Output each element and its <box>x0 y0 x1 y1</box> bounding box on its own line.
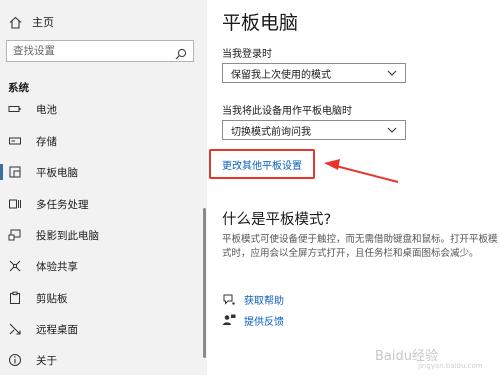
shared-experiences-icon <box>8 259 22 273</box>
home-label: 主页 <box>32 16 54 29</box>
baidu-watermark-url: jingyan.baidu.com <box>418 362 483 370</box>
sidebar-item-label: 平板电脑 <box>36 166 78 179</box>
signin-label: 当我登录时 <box>222 49 272 60</box>
search-icon[interactable] <box>175 45 187 64</box>
get-help-label: 获取帮助 <box>244 295 284 307</box>
sidebar-item-about[interactable]: 关于 <box>0 345 207 375</box>
help-icon <box>222 292 236 306</box>
search-box[interactable] <box>6 40 194 62</box>
sidebar-item-battery[interactable]: 电池 <box>0 94 207 124</box>
battery-icon <box>8 102 22 116</box>
sidebar-item-multitasking[interactable]: 多任务处理 <box>0 189 207 219</box>
give-feedback-link[interactable]: 提供反馈 <box>222 312 284 328</box>
multitasking-icon <box>8 197 22 211</box>
more-tablet-settings-link[interactable]: 更改其他平板设置 <box>222 157 302 172</box>
sidebar-item-label: 体验共享 <box>36 260 78 273</box>
sidebar-item-label: 关于 <box>36 354 57 367</box>
sidebar: 主页 系统 电池 存储 平板电脑 多任务处理 <box>0 0 207 375</box>
tablet-switch-value: 切换模式前询问我 <box>231 126 311 138</box>
clipboard-icon <box>8 291 22 305</box>
active-indicator <box>0 164 3 180</box>
sidebar-item-label: 存储 <box>36 135 57 148</box>
sidebar-item-projecting[interactable]: 投影到此电脑 <box>0 220 207 250</box>
sidebar-item-label: 多任务处理 <box>36 198 89 211</box>
sidebar-item-tablet[interactable]: 平板电脑 <box>0 157 207 187</box>
search-input[interactable] <box>13 41 163 61</box>
projecting-icon <box>8 228 22 242</box>
tablet-mode-description: 平板模式可使设备便于触控，而无需借助键盘和鼠标。打开平板模式时，应用会以全屏方式… <box>222 234 498 259</box>
tablet-icon <box>8 165 22 179</box>
annotation-arrow <box>324 159 399 183</box>
sidebar-item-shared-experiences[interactable]: 体验共享 <box>0 251 207 281</box>
tablet-switch-dropdown[interactable]: 切换模式前询问我 <box>222 120 406 140</box>
home-nav-item[interactable]: 主页 <box>8 12 54 32</box>
sidebar-item-storage[interactable]: 存储 <box>0 126 207 156</box>
section-title: 系统 <box>8 82 29 94</box>
sidebar-scrollbar[interactable] <box>203 208 206 358</box>
sidebar-item-label: 远程桌面 <box>36 323 78 336</box>
chevron-down-icon <box>387 126 397 137</box>
what-is-tablet-mode-heading: 什么是平板模式? <box>222 212 332 228</box>
info-icon <box>8 353 22 367</box>
sidebar-item-remote-desktop[interactable]: 远程桌面 <box>0 314 207 344</box>
page-title: 平板电脑 <box>222 12 299 34</box>
storage-icon <box>8 134 22 148</box>
signin-mode-dropdown[interactable]: 保留我上次使用的模式 <box>222 63 406 83</box>
signin-mode-value: 保留我上次使用的模式 <box>231 69 331 81</box>
sidebar-item-label: 剪贴板 <box>36 292 68 305</box>
feedback-icon <box>222 313 236 327</box>
give-feedback-label: 提供反馈 <box>244 316 284 328</box>
sidebar-item-label: 电池 <box>36 103 57 116</box>
sidebar-item-label: 投影到此电脑 <box>36 229 99 242</box>
sidebar-item-clipboard[interactable]: 剪贴板 <box>0 283 207 313</box>
home-icon <box>8 16 22 29</box>
tablet-use-label: 当我将此设备用作平板电脑时 <box>222 106 352 117</box>
chevron-down-icon <box>387 69 397 80</box>
get-help-link[interactable]: 获取帮助 <box>222 291 284 307</box>
remote-desktop-icon <box>8 322 22 336</box>
